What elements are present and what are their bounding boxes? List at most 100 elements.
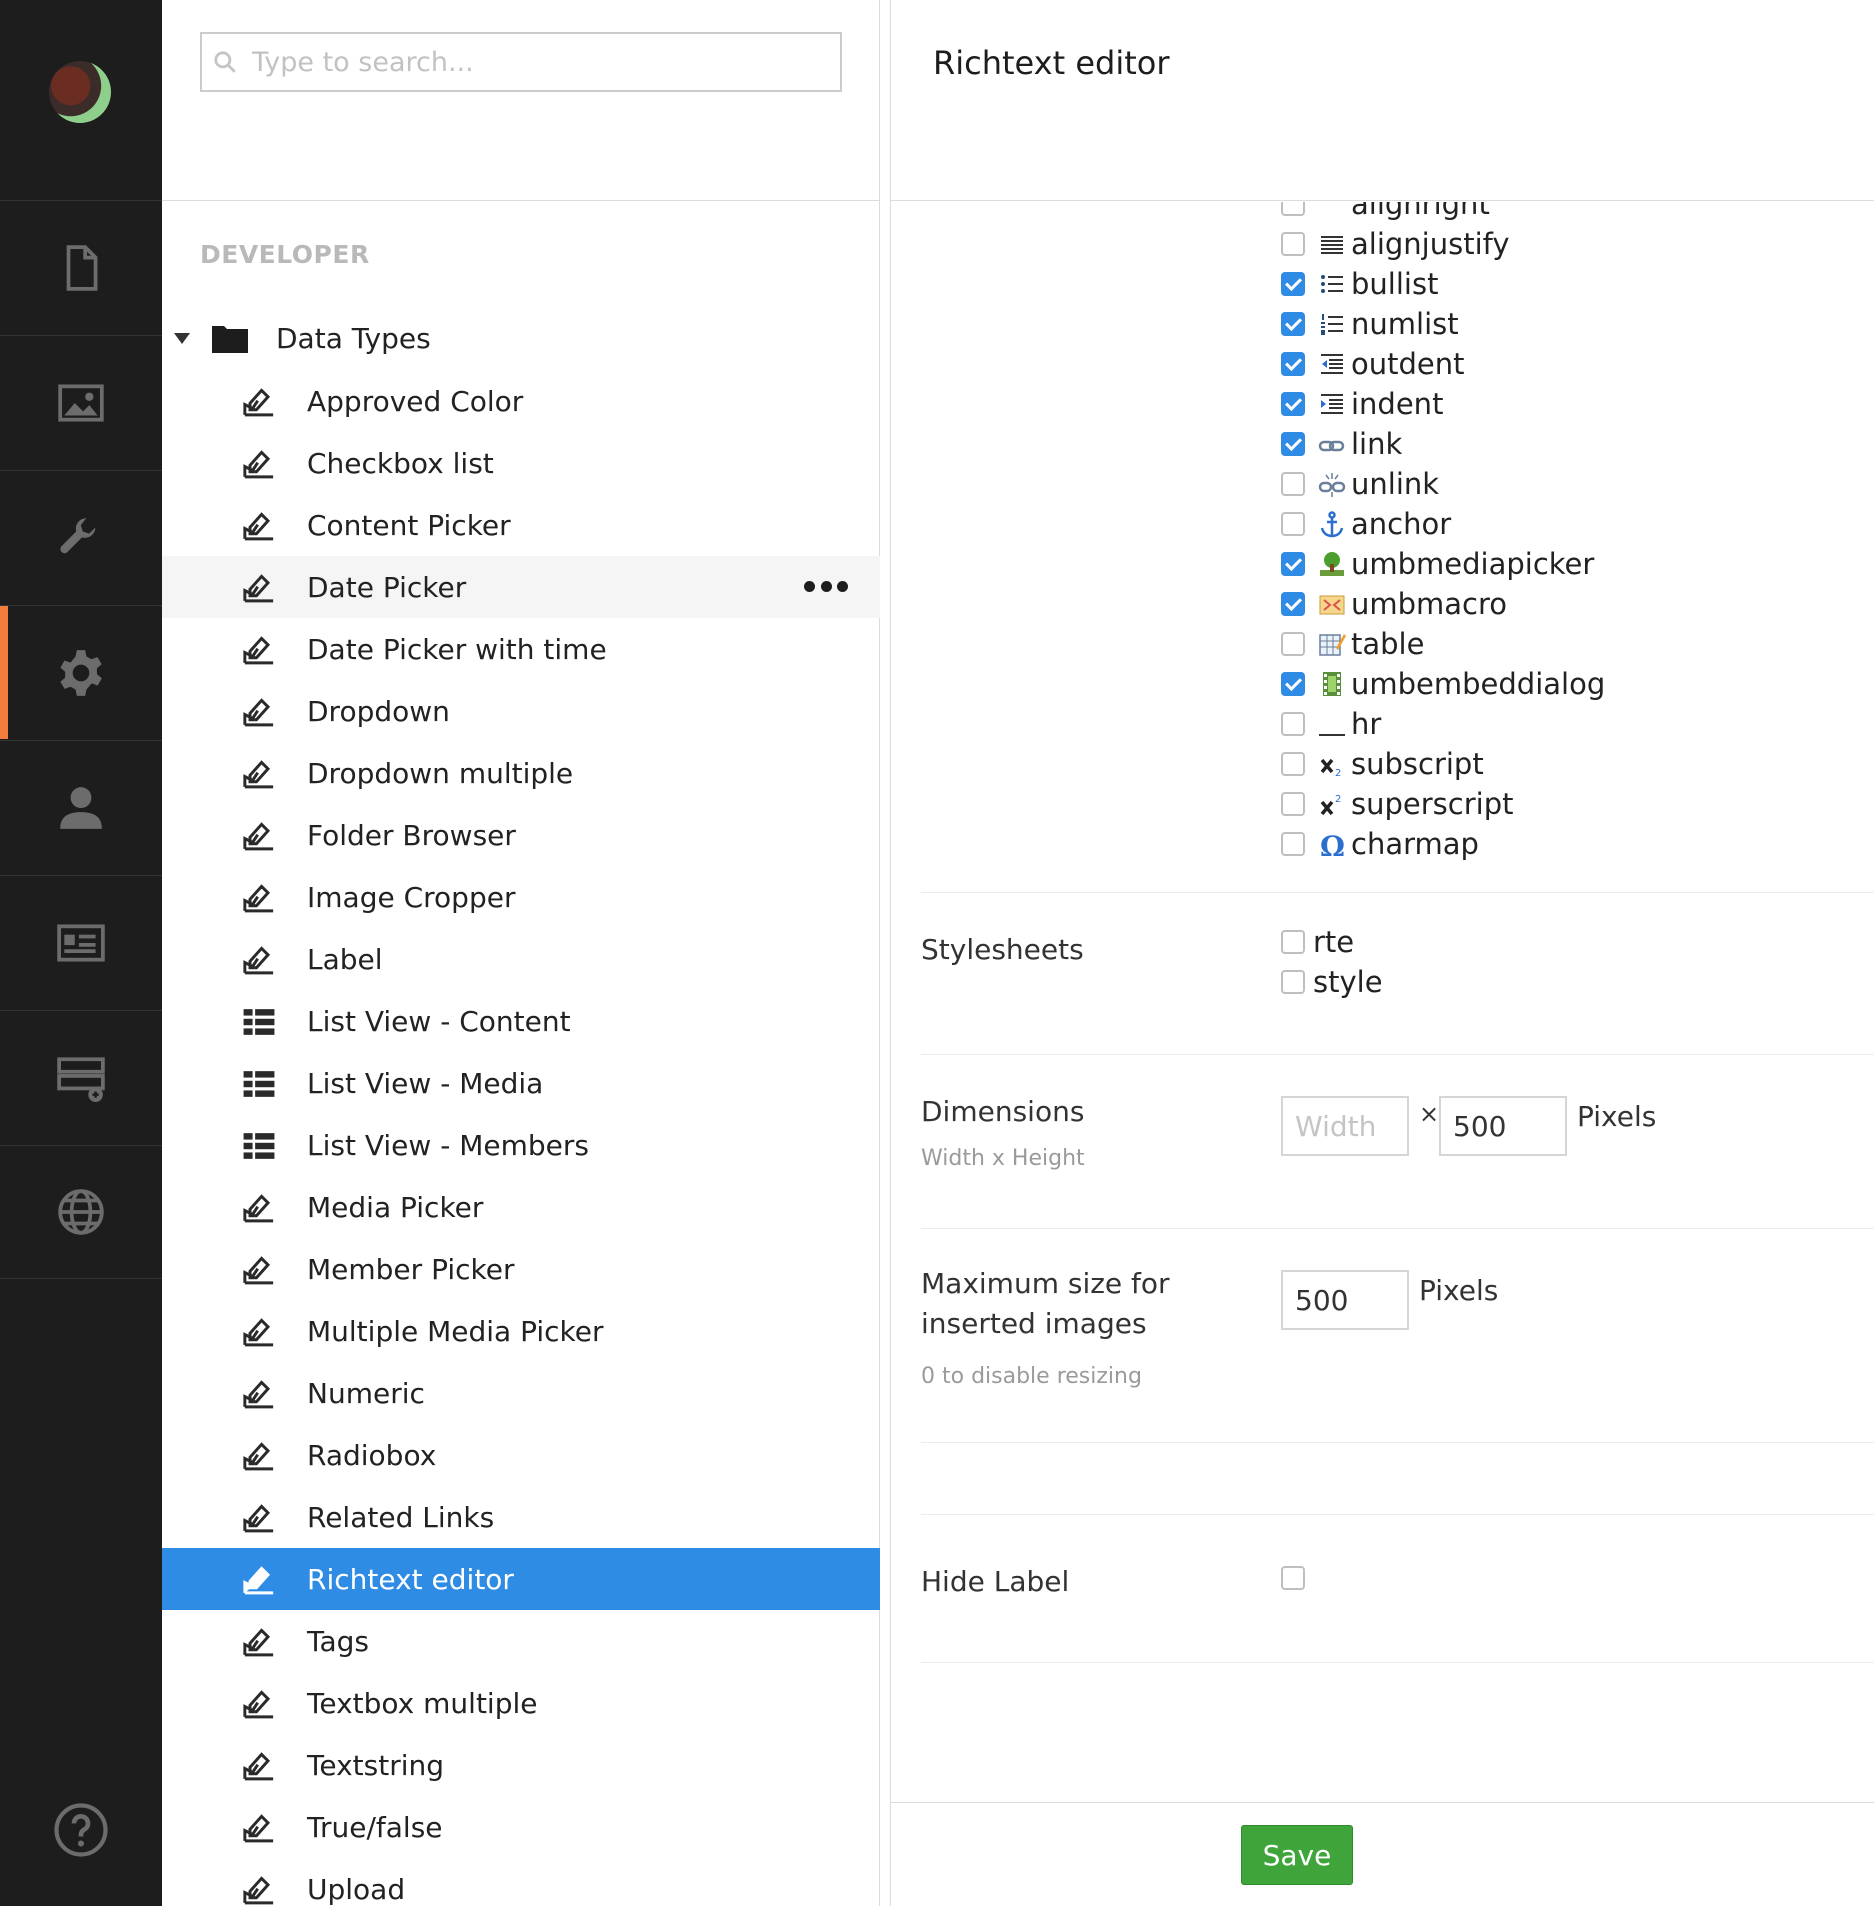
toolbar-option-checkbox[interactable] [1281, 432, 1305, 456]
tree-item[interactable]: Folder Browser [162, 804, 880, 866]
toolbar-option-table[interactable]: table [1281, 624, 1605, 664]
tree-item[interactable]: List View - Members [162, 1114, 880, 1176]
toolbar-option-checkbox[interactable] [1281, 552, 1305, 576]
toolbar-option-alignjustify[interactable]: alignjustify [1281, 224, 1605, 264]
tree-item[interactable]: Content Picker [162, 494, 880, 556]
toolbar-option-outdent[interactable]: outdent [1281, 344, 1605, 384]
toolbar-option-hr[interactable]: hr [1281, 704, 1605, 744]
tree-item[interactable]: Multiple Media Picker [162, 1300, 880, 1362]
tree-item[interactable]: List View - Media [162, 1052, 880, 1114]
section-forms[interactable] [0, 1010, 162, 1144]
max-image-size-label-line2: inserted images [921, 1307, 1147, 1340]
toolbar-option-checkbox[interactable] [1281, 472, 1305, 496]
section-users[interactable] [0, 740, 162, 874]
toolbar-option-checkbox[interactable] [1281, 202, 1305, 216]
tree-item[interactable]: Dropdown multiple [162, 742, 880, 804]
tree-item[interactable]: Label [162, 928, 880, 990]
developer-gear-icon [60, 649, 102, 696]
toolbar-option-checkbox[interactable] [1281, 592, 1305, 616]
dimensions-height-input[interactable] [1439, 1096, 1567, 1156]
tree-item[interactable]: Date Picker [162, 556, 880, 618]
section-translation[interactable] [0, 1145, 162, 1279]
tree-item[interactable]: Dropdown [162, 680, 880, 742]
toolbar-option-superscript[interactable]: 2 superscript [1281, 784, 1605, 824]
toolbar-option-checkbox[interactable] [1281, 312, 1305, 336]
edit-icon [241, 943, 277, 977]
toolbar-option-checkbox[interactable] [1281, 792, 1305, 816]
more-options-button[interactable] [804, 576, 848, 596]
tree-item[interactable]: Media Picker [162, 1176, 880, 1238]
stylesheet-rte-checkbox[interactable] [1281, 930, 1305, 954]
hide-label-checkbox[interactable] [1281, 1566, 1305, 1590]
toolbar-option-checkbox[interactable] [1281, 512, 1305, 536]
tree-item[interactable]: List View - Content [162, 990, 880, 1052]
tree-item[interactable]: Upload [162, 1858, 880, 1906]
search-input[interactable] [252, 46, 812, 78]
toolbar-option-label: bullist [1351, 267, 1439, 301]
forms-icon [57, 1056, 105, 1102]
unlink-icon [1317, 469, 1347, 499]
tree-item[interactable]: Textstring [162, 1734, 880, 1796]
toolbar-option-checkbox[interactable] [1281, 272, 1305, 296]
tree-item[interactable]: Member Picker [162, 1238, 880, 1300]
toolbar-option-checkbox[interactable] [1281, 352, 1305, 376]
toolbar-option-checkbox[interactable] [1281, 392, 1305, 416]
section-members[interactable] [0, 875, 162, 1009]
caret-down-icon[interactable] [174, 332, 190, 344]
toolbar-option-indent[interactable]: indent [1281, 384, 1605, 424]
tree-item[interactable]: Radiobox [162, 1424, 880, 1486]
superscript-icon: 2 [1317, 789, 1347, 819]
toolbar-option-checkbox[interactable] [1281, 672, 1305, 696]
dimensions-width-input[interactable] [1281, 1096, 1409, 1156]
search-icon [214, 51, 236, 73]
tree-item[interactable]: True/false [162, 1796, 880, 1858]
toolbar-option-checkbox[interactable] [1281, 632, 1305, 656]
tree-item-label: True/false [307, 1810, 443, 1844]
tree-root-data-types[interactable]: Data Types [172, 318, 431, 358]
toolbar-option-checkbox[interactable] [1281, 712, 1305, 736]
toolbar-option-charmap[interactable]: Ωcharmap [1281, 824, 1605, 864]
toolbar-option-unlink[interactable]: unlink [1281, 464, 1605, 504]
stylesheet-option-rte[interactable]: rte [1281, 922, 1354, 962]
user-avatar[interactable] [49, 61, 111, 123]
tree-item[interactable]: Image Cropper [162, 866, 880, 928]
toolbar-option-bullist[interactable]: bullist [1281, 264, 1605, 304]
toolbar-option-checkbox[interactable] [1281, 832, 1305, 856]
toolbar-option-umbmacro[interactable]: umbmacro [1281, 584, 1605, 624]
tree-item[interactable]: Numeric [162, 1362, 880, 1424]
toolbar-option-alignright[interactable]: alignright [1281, 202, 1605, 224]
toolbar-option-checkbox[interactable] [1281, 752, 1305, 776]
tree-item[interactable]: Related Links [162, 1486, 880, 1548]
tree-item[interactable]: Approved Color [162, 370, 880, 432]
section-settings[interactable] [0, 470, 162, 604]
search-box[interactable] [200, 32, 842, 92]
toolbar-option-umbmediapicker[interactable]: umbmediapicker [1281, 544, 1605, 584]
max-image-size-input[interactable] [1281, 1270, 1409, 1330]
toolbar-option-label: subscript [1351, 747, 1484, 781]
toolbar-option-link[interactable]: link [1281, 424, 1605, 464]
hide-label-option[interactable] [1281, 1558, 1305, 1598]
section-media[interactable] [0, 335, 162, 469]
tree-item[interactable]: Date Picker with time [162, 618, 880, 680]
charmap-icon: Ω [1317, 829, 1347, 859]
tree-item[interactable]: Textbox multiple [162, 1672, 880, 1734]
tree-item[interactable]: Tags [162, 1610, 880, 1672]
toolbar-option-subscript[interactable]: 2 subscript [1281, 744, 1605, 784]
editor-title[interactable]: Richtext editor [933, 44, 1170, 82]
toolbar-option-umbembeddialog[interactable]: umbembeddialog [1281, 664, 1605, 704]
save-button[interactable]: Save [1241, 1825, 1353, 1885]
section-developer[interactable] [0, 605, 162, 739]
bullet-list-icon [1317, 269, 1347, 299]
help-button[interactable] [53, 1802, 109, 1858]
tree-item-label: Image Cropper [307, 880, 516, 914]
toolbar-option-anchor[interactable]: anchor [1281, 504, 1605, 544]
tree-item[interactable]: Checkbox list [162, 432, 880, 494]
toolbar-option-checkbox[interactable] [1281, 232, 1305, 256]
list-view-icon [241, 1067, 277, 1101]
section-content[interactable] [0, 200, 162, 334]
tree-item[interactable]: Richtext editor [162, 1548, 880, 1610]
toolbar-option-numlist[interactable]: numlist [1281, 304, 1605, 344]
stylesheet-option-style[interactable]: style [1281, 962, 1383, 1002]
stylesheet-style-checkbox[interactable] [1281, 970, 1305, 994]
edit-icon [241, 695, 277, 729]
